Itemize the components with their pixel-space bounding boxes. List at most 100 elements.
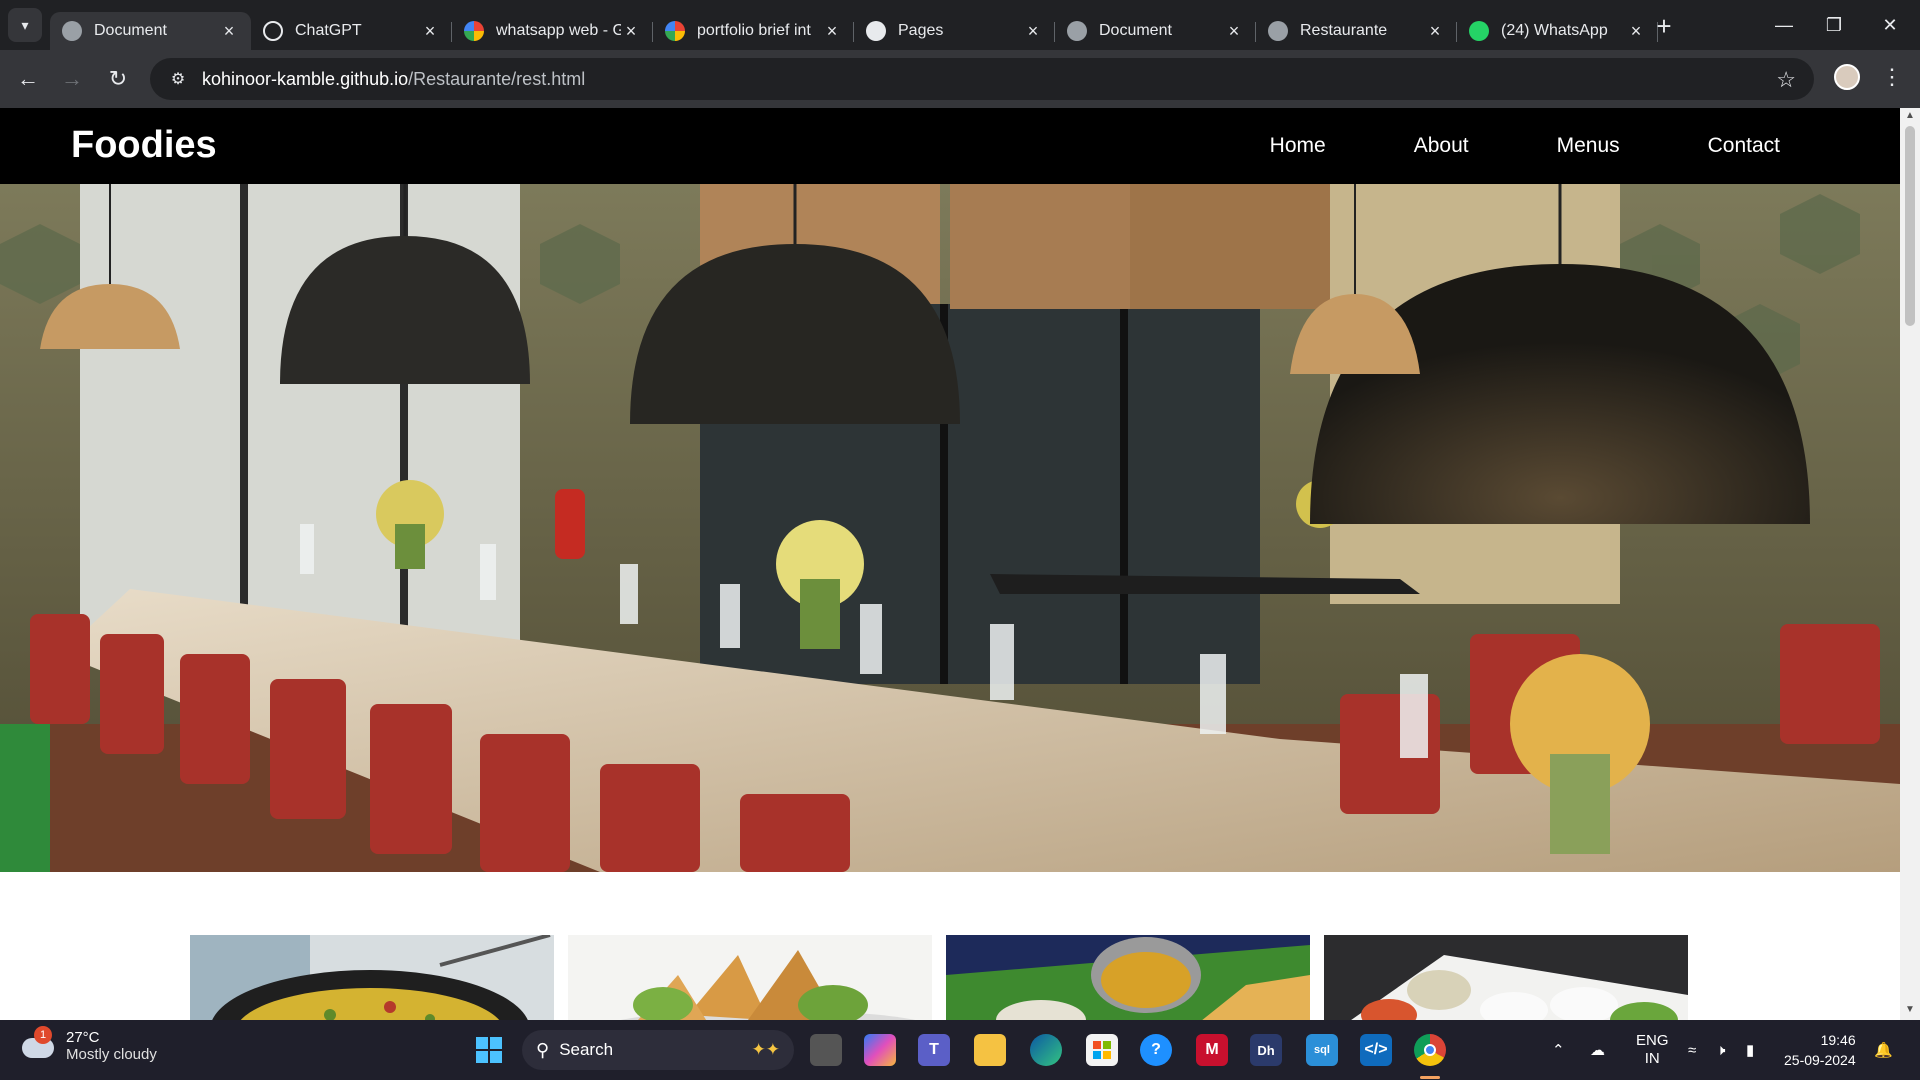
- volume-icon[interactable]: 🕨: [1716, 1020, 1725, 1080]
- food-card[interactable]: [190, 935, 554, 1020]
- close-icon[interactable]: ×: [822, 21, 842, 41]
- tab-title: (24) WhatsApp: [1501, 22, 1608, 39]
- globe-icon: [62, 21, 82, 41]
- onedrive-icon[interactable]: ☁: [1590, 1020, 1605, 1080]
- food-card[interactable]: [946, 935, 1310, 1020]
- edge-icon[interactable]: [1030, 1034, 1062, 1066]
- minimize-icon: —: [1775, 14, 1793, 35]
- site-info-icon[interactable]: ⚙: [166, 67, 190, 91]
- close-icon[interactable]: ×: [420, 21, 440, 41]
- taskbar: 1 27°C Mostly cloudy ⚲ Search ✦✦ T ? M D…: [0, 1020, 1920, 1080]
- reload-button[interactable]: ↻: [102, 63, 134, 95]
- tab-search-button[interactable]: ▾: [8, 8, 42, 42]
- arrow-right-icon: →: [61, 66, 83, 91]
- mcafee-icon[interactable]: M: [1196, 1034, 1228, 1066]
- restore-icon: ❐: [1825, 14, 1843, 35]
- tab-title: Document: [94, 22, 167, 39]
- file-explorer-icon[interactable]: [974, 1034, 1006, 1066]
- battery-icon[interactable]: ▮: [1746, 1020, 1754, 1080]
- close-icon[interactable]: ×: [219, 21, 239, 41]
- chrome-icon[interactable]: [1414, 1034, 1446, 1066]
- taskbar-search-label: Search: [559, 1040, 614, 1059]
- plus-icon: +: [1656, 10, 1672, 41]
- nav-about-link[interactable]: About: [1414, 134, 1469, 158]
- back-button[interactable]: ←: [12, 63, 44, 95]
- copilot-sparkle-icon: ✦✦: [751, 1040, 781, 1059]
- windows-start-icon[interactable]: [473, 1034, 505, 1066]
- browser-tab[interactable]: Restaurante ×: [1256, 12, 1457, 50]
- close-window-button[interactable]: ✕: [1862, 0, 1918, 50]
- nav-menus-link[interactable]: Menus: [1557, 134, 1620, 158]
- browser-menu-icon[interactable]: ⋮: [1880, 60, 1904, 94]
- vscode-icon[interactable]: </>: [1360, 1034, 1392, 1066]
- clock-date: 25-09-2024: [1784, 1052, 1856, 1068]
- google-icon: [464, 21, 484, 41]
- profile-avatar[interactable]: [1834, 64, 1860, 90]
- forward-button[interactable]: →: [56, 63, 88, 95]
- weather-badge: 1: [34, 1026, 52, 1044]
- weather-widget[interactable]: 1 27°C Mostly cloudy: [20, 1026, 157, 1064]
- dh-app-icon[interactable]: Dh: [1250, 1034, 1282, 1066]
- wifi-icon[interactable]: ≈: [1688, 1020, 1696, 1080]
- teams-icon[interactable]: T: [918, 1034, 950, 1066]
- tab-title: ChatGPT: [295, 22, 362, 39]
- url-text: kohinoor-kamble.github.io/Restaurante/re…: [202, 69, 585, 90]
- browser-tab[interactable]: Pages ×: [854, 12, 1055, 50]
- browser-tab[interactable]: whatsapp web - G ×: [452, 12, 653, 50]
- chatgpt-icon: [263, 21, 283, 41]
- minimize-button[interactable]: —: [1756, 0, 1812, 50]
- tab-title: portfolio brief int: [697, 22, 811, 39]
- browser-tab[interactable]: Document ×: [50, 12, 251, 50]
- arrow-left-icon: ←: [17, 66, 39, 91]
- scroll-up-icon[interactable]: ▲: [1903, 110, 1917, 124]
- copilot-icon[interactable]: [864, 1034, 896, 1066]
- close-icon: ✕: [1882, 14, 1898, 35]
- mysql-workbench-icon[interactable]: sql: [1306, 1034, 1338, 1066]
- whatsapp-icon: [1469, 21, 1489, 41]
- close-icon[interactable]: ×: [1224, 21, 1244, 41]
- tray-overflow-icon[interactable]: ⌃: [1552, 1020, 1565, 1080]
- browser-tab[interactable]: portfolio brief int ×: [653, 12, 854, 50]
- nav-home-link[interactable]: Home: [1270, 134, 1326, 158]
- weather-desc: Mostly cloudy: [66, 1046, 157, 1063]
- chevron-down-icon: ▾: [21, 16, 29, 33]
- address-bar[interactable]: ⚙ kohinoor-kamble.github.io/Restaurante/…: [150, 58, 1814, 100]
- restore-button[interactable]: ❐: [1806, 0, 1862, 50]
- close-icon[interactable]: ×: [1626, 21, 1646, 41]
- language-indicator[interactable]: ENG IN: [1636, 1020, 1669, 1080]
- task-view-icon[interactable]: [810, 1034, 842, 1066]
- bookmark-star-icon[interactable]: ☆: [1776, 67, 1796, 93]
- new-tab-button[interactable]: +: [1650, 10, 1678, 41]
- system-clock[interactable]: 19:46 25-09-2024: [1784, 1030, 1856, 1070]
- get-help-icon[interactable]: ?: [1140, 1034, 1172, 1066]
- weather-temp: 27°C: [66, 1029, 100, 1046]
- google-icon: [665, 21, 685, 41]
- site-brand[interactable]: Foodies: [71, 124, 217, 167]
- scrollbar-thumb[interactable]: [1905, 126, 1915, 326]
- food-card[interactable]: [568, 935, 932, 1020]
- browser-tab[interactable]: Document ×: [1055, 12, 1256, 50]
- region-code: IN: [1644, 1050, 1660, 1067]
- microsoft-store-icon[interactable]: [1086, 1034, 1118, 1066]
- globe-icon: [1067, 21, 1087, 41]
- url-path: /Restaurante/rest.html: [408, 68, 586, 89]
- tab-title: Restaurante: [1300, 22, 1388, 39]
- scroll-down-icon[interactable]: ▼: [1903, 1004, 1917, 1018]
- reload-icon: ↻: [108, 66, 128, 91]
- page-scrollbar[interactable]: ▲ ▼: [1900, 108, 1920, 1020]
- browser-tab[interactable]: (24) WhatsApp ×: [1457, 12, 1658, 50]
- nav-contact-link[interactable]: Contact: [1708, 134, 1780, 158]
- food-card[interactable]: [1324, 935, 1688, 1020]
- github-icon: [866, 21, 886, 41]
- taskbar-search-box[interactable]: ⚲ Search ✦✦: [522, 1030, 794, 1070]
- idli-chutney-photo: [1324, 935, 1688, 1020]
- browser-tab[interactable]: ChatGPT ×: [251, 12, 452, 50]
- close-icon[interactable]: ×: [621, 21, 641, 41]
- tab-list: Document × ChatGPT × whatsapp web - G × …: [50, 6, 1658, 50]
- notification-bell-icon[interactable]: 🔔: [1874, 1020, 1893, 1080]
- tab-title: whatsapp web - G: [496, 22, 621, 39]
- browser-toolbar: ← → ↻ ⚙ kohinoor-kamble.github.io/Restau…: [0, 50, 1920, 108]
- globe-icon: [1268, 21, 1288, 41]
- close-icon[interactable]: ×: [1023, 21, 1043, 41]
- close-icon[interactable]: ×: [1425, 21, 1445, 41]
